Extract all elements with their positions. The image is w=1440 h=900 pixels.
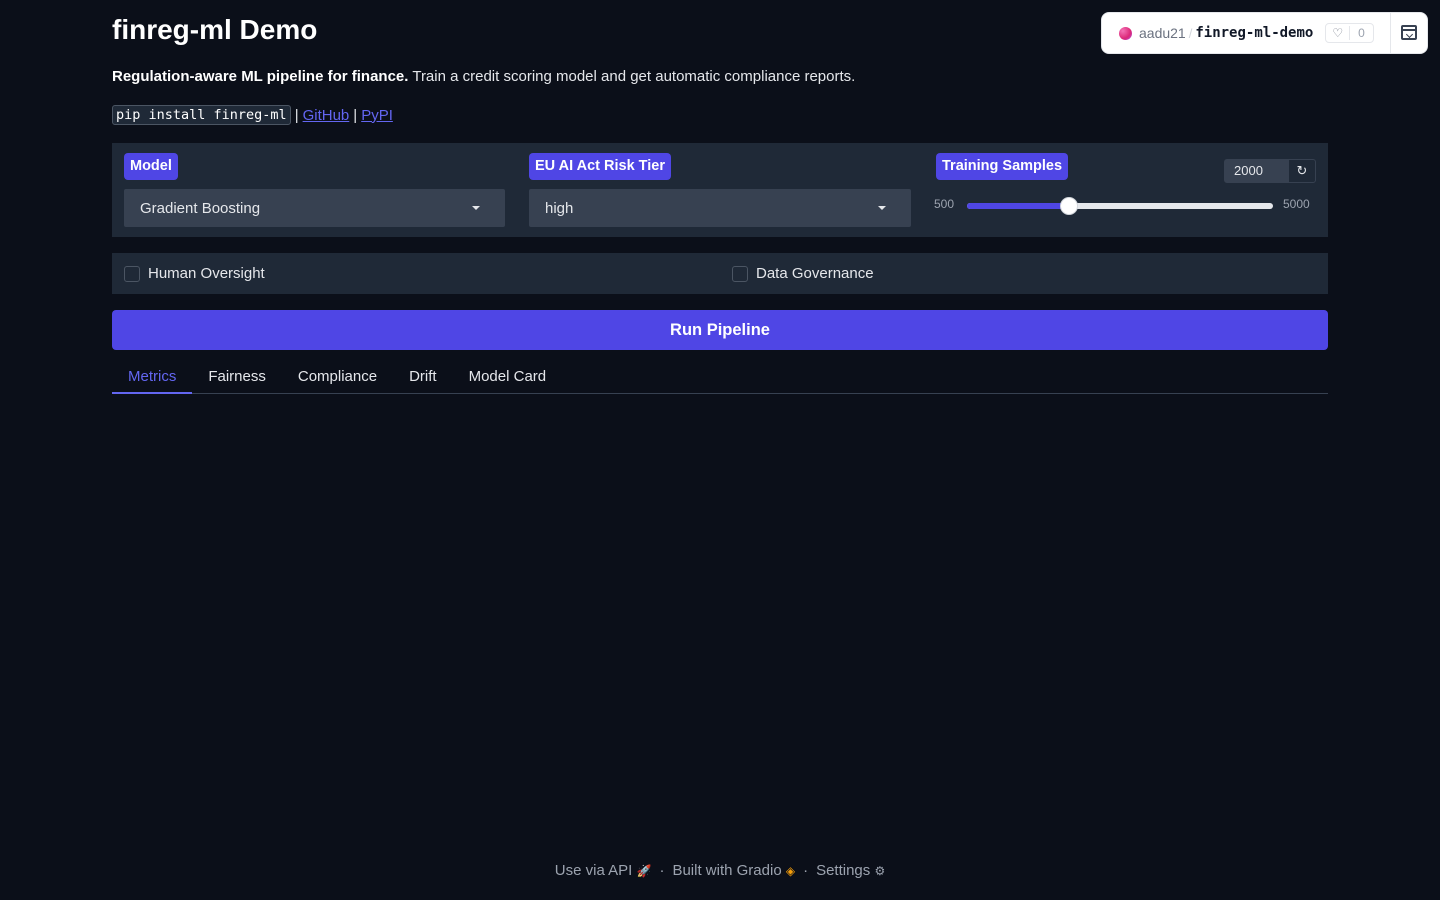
description: Regulation-aware ML pipeline for finance…: [112, 68, 855, 85]
heart-icon: ♡: [1326, 26, 1351, 40]
settings-link[interactable]: Settings ⚙: [816, 862, 885, 879]
footer-dot: ·: [803, 862, 809, 879]
install-command: pip install finreg-ml: [112, 105, 291, 125]
like-count: 0: [1358, 26, 1365, 40]
github-link[interactable]: GitHub: [303, 107, 350, 124]
risk-tier-selected: high: [545, 199, 574, 217]
data-governance-label: Data Governance: [756, 265, 874, 282]
user-avatar[interactable]: [1119, 26, 1132, 40]
page-title: finreg-ml Demo: [112, 14, 318, 45]
tab-metrics[interactable]: Metrics: [112, 362, 193, 394]
risk-tier-label: EU AI Act Risk Tier: [529, 153, 672, 180]
risk-tier-dropdown[interactable]: high: [529, 189, 911, 227]
use-via-api-link[interactable]: Use via API 🚀: [555, 862, 652, 879]
tab-model-card[interactable]: Model Card: [453, 362, 563, 393]
gear-icon: ⚙: [874, 864, 886, 878]
human-oversight-label: Human Oversight: [148, 265, 265, 282]
rocket-icon: 🚀: [636, 864, 652, 878]
pypi-link[interactable]: PyPI: [361, 107, 393, 124]
footer-dot: ·: [659, 862, 665, 879]
result-tabs: Metrics Fairness Compliance Drift Model …: [112, 362, 1328, 394]
training-samples-number: 2000 ↻: [1224, 159, 1316, 183]
model-selected: Gradient Boosting: [140, 199, 261, 217]
path-separator: /: [1188, 25, 1193, 41]
human-oversight-checkbox[interactable]: Human Oversight: [124, 265, 265, 282]
description-bold: Regulation-aware ML pipeline for finance…: [112, 68, 409, 85]
reset-icon[interactable]: ↻: [1289, 160, 1315, 182]
training-samples-input[interactable]: 2000: [1225, 160, 1289, 182]
checkbox-panel: Human Oversight Data Governance: [112, 253, 1328, 294]
footer: Use via API 🚀 · Built with Gradio ◈ · Se…: [0, 862, 1440, 879]
chevron-down-icon: [878, 206, 886, 210]
slider-min-label: 500: [934, 197, 955, 211]
hf-space-badge: aadu21 / finreg-ml-demo ♡ 0: [1101, 12, 1428, 54]
built-with-gradio-link[interactable]: Built with Gradio ◈: [672, 862, 795, 879]
training-samples-slider[interactable]: [967, 197, 1273, 215]
badge-divider: [1390, 13, 1391, 53]
slider-fill: [967, 203, 1069, 209]
install-links: pip install finreg-ml | GitHub | PyPI: [112, 105, 393, 125]
like-button[interactable]: ♡ 0: [1325, 23, 1374, 43]
space-name[interactable]: finreg-ml-demo: [1195, 25, 1313, 41]
run-pipeline-button[interactable]: Run Pipeline: [112, 310, 1328, 350]
checkbox-square[interactable]: [124, 265, 140, 282]
model-label: Model: [124, 153, 178, 180]
space-owner[interactable]: aadu21: [1139, 25, 1186, 41]
tab-drift[interactable]: Drift: [393, 362, 453, 393]
expand-icon[interactable]: [1401, 25, 1417, 40]
gradio-app: finreg-ml Demo Regulation-aware ML pipel…: [0, 0, 1440, 900]
slider-max-label: 5000: [1283, 197, 1310, 211]
separator: |: [353, 106, 358, 124]
chevron-down-icon: [472, 206, 480, 210]
tab-fairness[interactable]: Fairness: [192, 362, 282, 393]
description-rest: Train a credit scoring model and get aut…: [408, 68, 856, 85]
tab-compliance[interactable]: Compliance: [282, 362, 393, 393]
training-samples-label: Training Samples: [936, 153, 1069, 180]
controls-panel: Model Gradient Boosting EU AI Act Risk T…: [112, 143, 1328, 237]
slider-handle[interactable]: [1059, 197, 1078, 215]
model-dropdown[interactable]: Gradient Boosting: [124, 189, 505, 227]
gradio-logo-icon: ◈: [785, 864, 796, 878]
checkbox-square[interactable]: [732, 265, 748, 282]
data-governance-checkbox[interactable]: Data Governance: [732, 265, 874, 282]
separator: |: [294, 106, 299, 124]
